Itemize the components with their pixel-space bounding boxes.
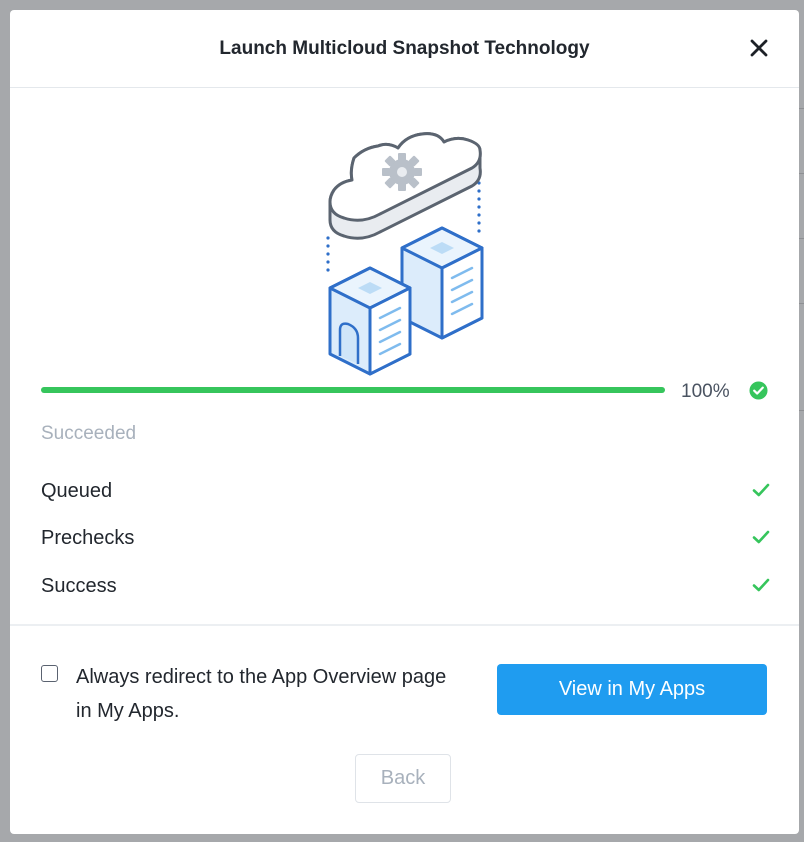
server-icon [328,266,412,376]
status-label: Succeeded [41,423,137,444]
back-button[interactable]: Back [355,754,451,803]
progress-percent: 100% [681,381,730,402]
progress-bar [41,387,665,393]
step-label: Success [41,575,117,597]
check-circle-icon [749,381,768,400]
check-icon [752,483,770,497]
gear-icon [382,153,422,191]
step-row: Prechecks [41,527,770,551]
check-icon [752,578,770,592]
check-icon [752,530,770,544]
redirect-checkbox-label[interactable]: Always redirect to the App Overview page… [76,660,466,728]
cloud-servers-illustration [326,132,484,376]
launch-dialog: Launch Multicloud Snapshot Technology 10… [10,10,799,834]
step-row: Queued [41,480,770,504]
step-label: Queued [41,480,113,502]
server-icon [400,226,484,340]
redirect-checkbox[interactable] [41,665,58,682]
dialog-title: Launch Multicloud Snapshot Technology [219,38,590,59]
close-icon [750,39,768,57]
progress-bar-fill [41,387,665,393]
dialog-header: Launch Multicloud Snapshot Technology [10,10,799,88]
footer-divider [10,624,799,626]
step-row: Success [41,575,770,599]
close-button[interactable] [747,36,771,60]
view-in-my-apps-button[interactable]: View in My Apps [497,664,767,715]
step-label: Prechecks [41,527,135,549]
